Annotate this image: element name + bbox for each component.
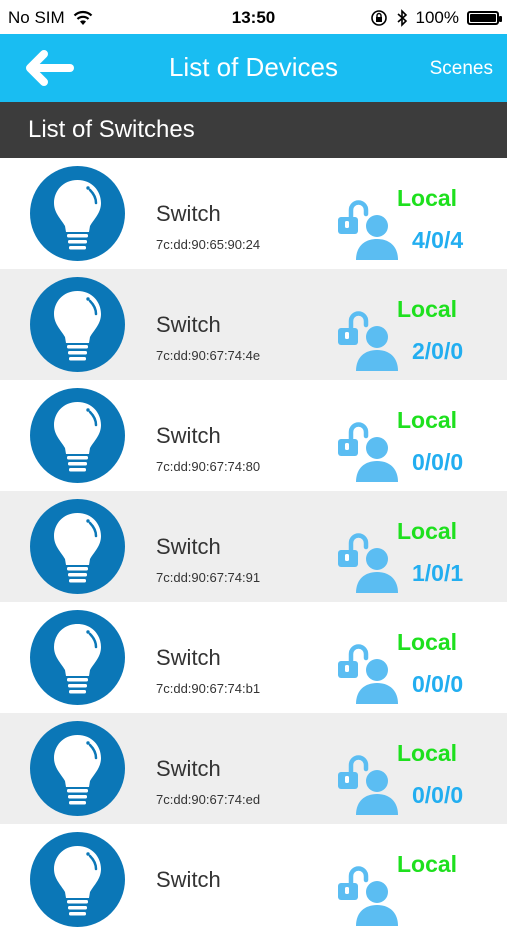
device-counts: 4/0/4 <box>412 227 464 253</box>
light-bulb-icon <box>30 499 125 594</box>
connection-mode: Local <box>397 185 458 211</box>
device-name: Switch <box>156 534 221 559</box>
bluetooth-icon <box>396 9 407 27</box>
device-name: Switch <box>156 867 221 892</box>
device-row[interactable]: Switch Local <box>0 824 507 935</box>
light-bulb-icon <box>30 832 125 927</box>
device-counts: 0/0/0 <box>412 782 464 808</box>
status-right: 100% <box>370 8 502 28</box>
nav-bar: List of Devices Scenes <box>0 34 507 102</box>
device-row[interactable]: Switch 7c:dd:90:67:74:4e Local 2/0/0 <box>0 269 507 380</box>
unlocked-user-icon <box>338 755 398 815</box>
unlocked-user-icon <box>338 422 398 482</box>
device-counts: 1/0/1 <box>412 560 464 586</box>
unlocked-user-icon <box>338 533 398 593</box>
light-bulb-icon <box>30 721 125 816</box>
device-name: Switch <box>156 201 221 226</box>
orientation-lock-icon <box>370 10 387 26</box>
connection-mode: Local <box>397 629 458 655</box>
battery-percent: 100% <box>415 8 459 27</box>
device-list: Switch 7c:dd:90:65:90:24 Local 4/0/4 Swi… <box>0 158 507 935</box>
device-mac: 7c:dd:90:67:74:ed <box>156 792 261 807</box>
device-row[interactable]: Switch 7c:dd:90:67:74:91 Local 1/0/1 <box>0 491 507 602</box>
device-name: Switch <box>156 423 221 448</box>
battery-icon <box>467 11 502 25</box>
light-bulb-icon <box>30 610 125 705</box>
device-name: Switch <box>156 756 221 781</box>
light-bulb-icon <box>30 277 125 372</box>
device-counts: 0/0/0 <box>412 671 464 697</box>
connection-mode: Local <box>397 407 458 433</box>
battery-fill <box>470 14 496 22</box>
connection-mode: Local <box>397 851 458 877</box>
device-name: Switch <box>156 645 221 670</box>
connection-mode: Local <box>397 740 458 766</box>
device-counts: 0/0/0 <box>412 449 464 475</box>
section-title: List of Switches <box>28 116 195 143</box>
device-mac: 7c:dd:90:67:74:80 <box>156 459 261 474</box>
device-row[interactable]: Switch 7c:dd:90:67:74:80 Local 0/0/0 <box>0 380 507 491</box>
unlocked-user-icon <box>338 644 398 704</box>
unlocked-user-icon <box>338 866 398 926</box>
section-header: List of Switches <box>0 102 507 158</box>
status-bar: No SIM 13:50 100% <box>0 0 507 34</box>
device-name: Switch <box>156 312 221 337</box>
device-mac: 7c:dd:90:67:74:91 <box>156 570 261 585</box>
device-mac: 7c:dd:90:67:74:4e <box>156 348 261 363</box>
device-row[interactable]: Switch 7c:dd:90:67:74:ed Local 0/0/0 <box>0 713 507 824</box>
device-row[interactable]: Switch 7c:dd:90:65:90:24 Local 4/0/4 <box>0 158 507 269</box>
device-mac: 7c:dd:90:65:90:24 <box>156 237 261 252</box>
unlocked-user-icon <box>338 200 398 260</box>
unlocked-user-icon <box>338 311 398 371</box>
device-row[interactable]: Switch 7c:dd:90:67:74:b1 Local 0/0/0 <box>0 602 507 713</box>
scenes-button[interactable]: Scenes <box>430 58 493 80</box>
light-bulb-icon <box>30 166 125 261</box>
light-bulb-icon <box>30 388 125 483</box>
device-mac: 7c:dd:90:67:74:b1 <box>156 681 261 696</box>
device-counts: 2/0/0 <box>412 338 464 364</box>
connection-mode: Local <box>397 518 458 544</box>
connection-mode: Local <box>397 296 458 322</box>
